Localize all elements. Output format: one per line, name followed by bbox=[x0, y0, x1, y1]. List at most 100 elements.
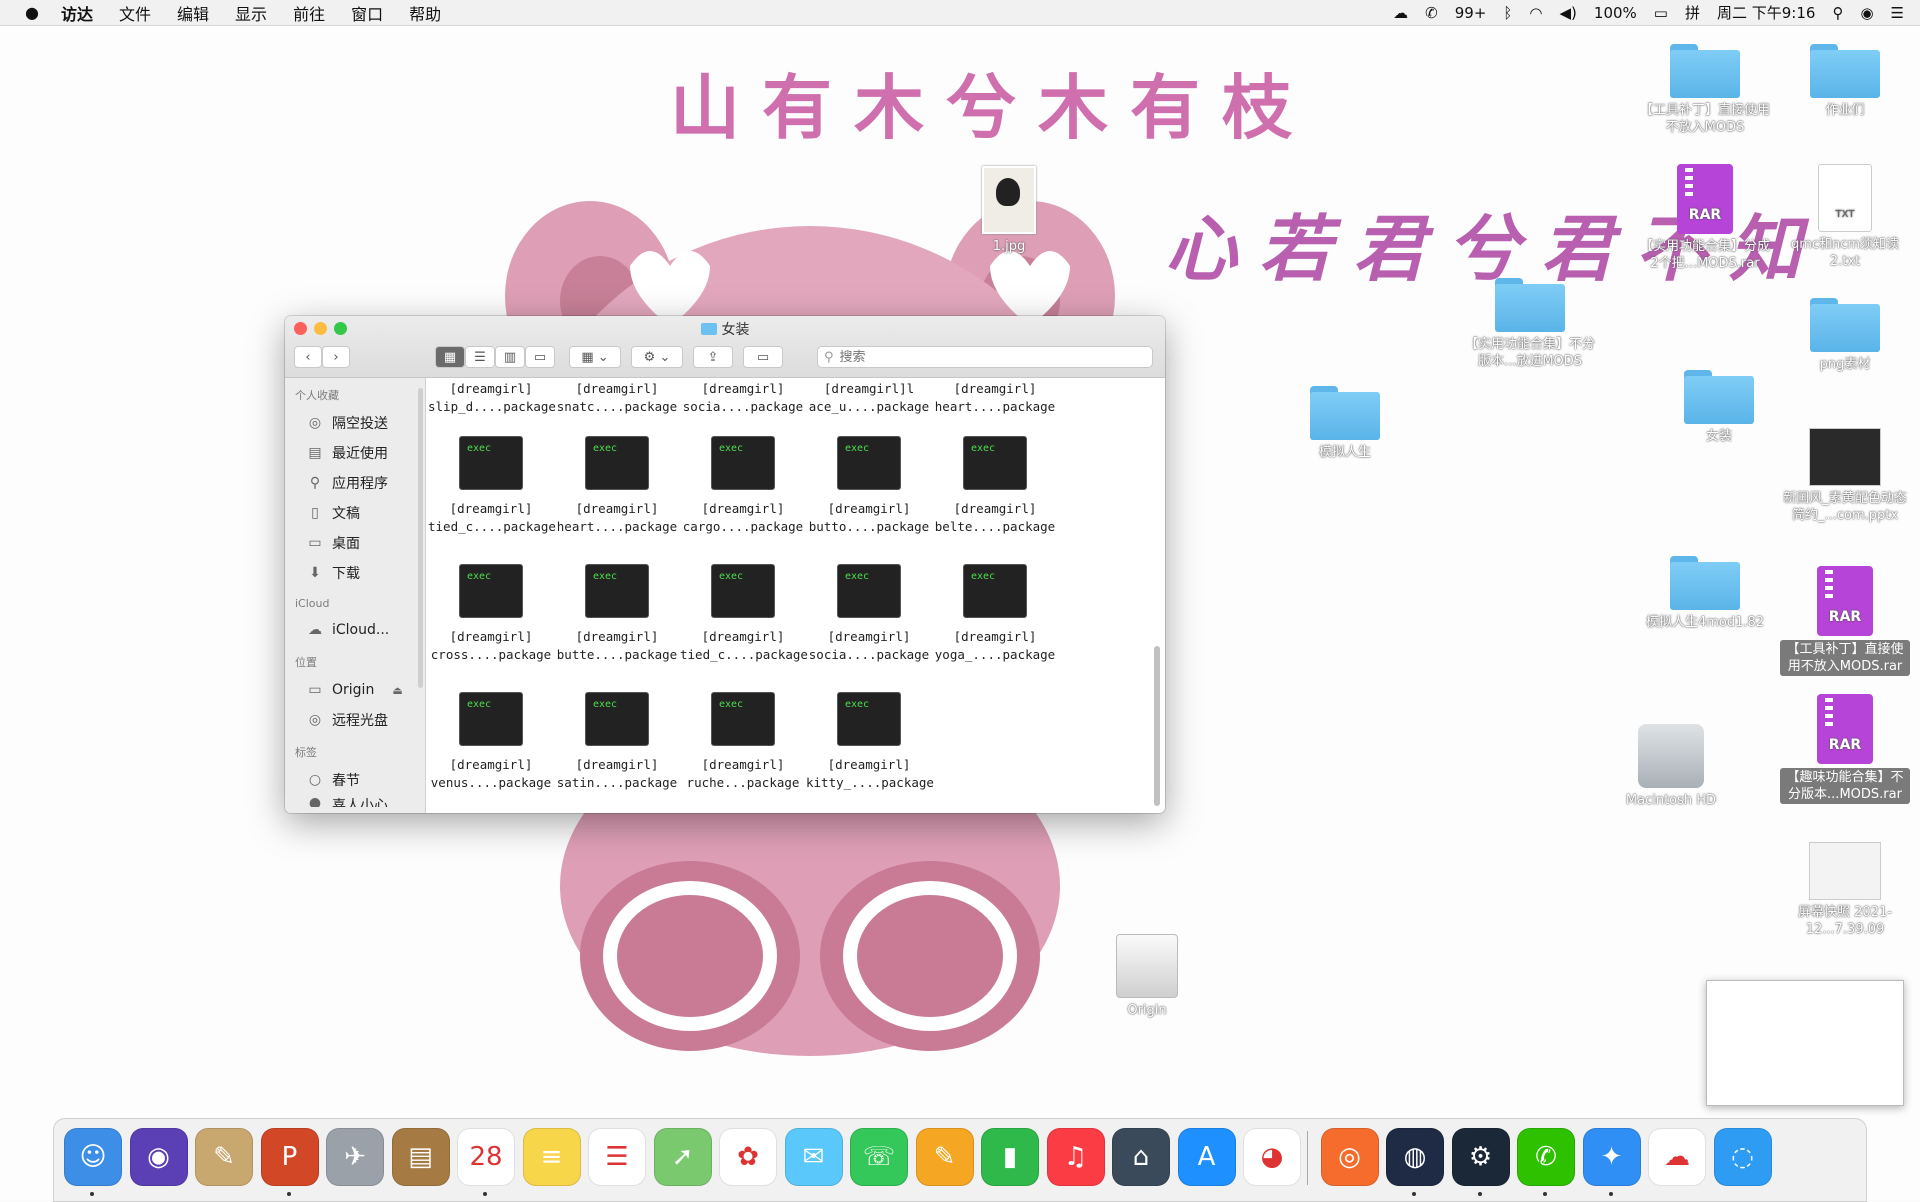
list-view-button[interactable]: ☰ bbox=[465, 346, 495, 368]
calendar-app-icon[interactable]: 28 bbox=[457, 1128, 515, 1186]
sidebar-item-downloads[interactable]: ⬇ 下载 bbox=[285, 558, 425, 588]
preview-app-icon[interactable]: ✎ bbox=[195, 1128, 253, 1186]
screenshot-preview-thumbnail[interactable] bbox=[1706, 980, 1904, 1106]
desktop-icon-folder[interactable]: 模拟人生 bbox=[1280, 386, 1410, 461]
sidebar-item-applications[interactable]: ⚲ 应用程序 bbox=[285, 468, 425, 498]
group-button[interactable]: ▦ ⌄ bbox=[569, 346, 621, 368]
wechat-status-icon[interactable]: ✆ bbox=[1425, 4, 1438, 22]
sidebar-item-remote-disc[interactable]: ◎ 远程光盘 bbox=[285, 705, 425, 735]
sidebar-scrollbar[interactable] bbox=[418, 388, 423, 688]
file-item[interactable]: [dreamgirl] socia....package bbox=[680, 380, 806, 416]
menu-finder[interactable]: 访达 bbox=[61, 1, 93, 25]
music-app-icon[interactable]: ♫ bbox=[1046, 1128, 1105, 1186]
menu-help[interactable]: 帮助 bbox=[409, 1, 441, 25]
desktop-icon-rar[interactable]: RAR 【趣味功能合集】不分版本...MODS.rar bbox=[1780, 694, 1910, 804]
cloud-app-icon[interactable]: ◍ bbox=[1386, 1128, 1444, 1186]
file-item[interactable]: exec [dreamgirl] kitty_....package bbox=[806, 692, 934, 792]
sidebar-item-recents[interactable]: ▤ 最近使用 bbox=[285, 438, 425, 468]
file-item[interactable]: exec [dreamgirl] tied_c....package bbox=[428, 436, 556, 536]
sidebar-item-airdrop[interactable]: ◎ 隔空投送 bbox=[285, 408, 425, 438]
photos-app-icon[interactable]: ✿ bbox=[719, 1128, 777, 1186]
sidebar-item-documents[interactable]: ▯ 文稿 bbox=[285, 498, 425, 528]
battery-icon[interactable]: ▭ bbox=[1654, 4, 1668, 22]
content-scrollbar[interactable] bbox=[1154, 646, 1160, 806]
facetime-app-icon[interactable]: ☏ bbox=[850, 1128, 908, 1186]
desktop-icon-folder[interactable]: 作业们 bbox=[1780, 44, 1910, 119]
qq-app-icon[interactable]: ◕ bbox=[1243, 1128, 1301, 1186]
file-item[interactable]: exec [dreamgirl] butto....package bbox=[806, 436, 932, 536]
search-input[interactable] bbox=[837, 348, 1122, 366]
back-button[interactable]: ‹ bbox=[294, 346, 322, 368]
siri-status-icon[interactable]: ◉ bbox=[1860, 4, 1873, 22]
siri-app-icon[interactable]: ◉ bbox=[129, 1128, 188, 1186]
baidu-netdisk-status-icon[interactable]: ☁ bbox=[1393, 4, 1408, 22]
desktop-icon-folder[interactable]: 女装 bbox=[1654, 370, 1784, 445]
tag-button[interactable]: ▭ bbox=[743, 346, 783, 368]
house-flipper-app-icon[interactable]: ⌂ bbox=[1112, 1128, 1170, 1186]
bluetooth-icon[interactable]: ᛒ bbox=[1503, 4, 1512, 22]
maps-app-icon[interactable]: ➚ bbox=[653, 1128, 712, 1186]
input-method-icon[interactable]: 拼 bbox=[1685, 2, 1700, 23]
wechat-app-icon[interactable]: ✆ bbox=[1517, 1128, 1575, 1186]
column-view-button[interactable]: ▥ bbox=[495, 346, 525, 368]
menu-file[interactable]: 文件 bbox=[119, 1, 151, 25]
desktop-icon-disk[interactable]: Origin bbox=[1082, 934, 1212, 1019]
sidebar-item-tag[interactable]: ○ 春节 bbox=[285, 765, 425, 795]
file-item[interactable]: exec [dreamgirl] belte....package bbox=[932, 436, 1058, 536]
desktop-icon-folder[interactable]: 模拟人生4mod1.82 bbox=[1640, 556, 1770, 631]
file-item[interactable]: exec [dreamgirl] heart....package bbox=[554, 436, 680, 536]
menu-view[interactable]: 显示 bbox=[235, 1, 267, 25]
desktop-icon-rar[interactable]: RAR 【工具补丁】直接使用不放入MODS.rar bbox=[1780, 566, 1910, 676]
desktop-icon-folder[interactable]: png素材 bbox=[1780, 298, 1910, 373]
file-item[interactable]: exec [dreamgirl] cross....package bbox=[428, 564, 554, 664]
icon-view-button[interactable]: ▦ bbox=[435, 346, 465, 368]
sidebar-item-desktop[interactable]: ▭ 桌面 bbox=[285, 528, 425, 558]
desktop-icon-folder[interactable]: 【工具补丁】直接使用不放入MODS bbox=[1640, 44, 1770, 136]
spotlight-icon[interactable]: ⚲ bbox=[1832, 4, 1843, 22]
file-item[interactable]: exec [dreamgirl] tied_c....package bbox=[680, 564, 808, 664]
desktop-icon-screenshot[interactable]: 屏幕快照 2021-12...7.39.09 bbox=[1780, 842, 1910, 938]
desktop-icon-hdd[interactable]: Macintosh HD bbox=[1606, 724, 1736, 809]
sidebar-item-tag-partial[interactable]: ● 喜人小心 bbox=[285, 795, 425, 807]
messages-app-icon[interactable]: ✉ bbox=[784, 1128, 843, 1186]
desktop-icon-txt[interactable]: TXT qmc和ncm须知读2.txt bbox=[1780, 164, 1910, 270]
quick-look-app-icon[interactable]: ◌ bbox=[1713, 1128, 1772, 1186]
desktop-icon-folder[interactable]: 【实用功能合集】不分版本...放进MODS bbox=[1460, 278, 1600, 370]
file-item[interactable]: [dreamgirl] snatc....package bbox=[554, 380, 680, 416]
eject-icon[interactable]: ⏏ bbox=[392, 684, 402, 697]
powerpoint-app-icon[interactable]: P bbox=[260, 1128, 319, 1186]
file-item[interactable]: [dreamgirl] heart....package bbox=[932, 380, 1058, 416]
file-item[interactable]: [dreamgirl]l ace_u....package bbox=[806, 380, 932, 416]
file-item[interactable]: exec [dreamgirl] yoga_....package bbox=[932, 564, 1058, 664]
file-item[interactable]: [dreamgirl] slip_d....package bbox=[428, 380, 556, 416]
menu-go[interactable]: 前往 bbox=[293, 1, 325, 25]
share-button[interactable]: ⇪ bbox=[693, 346, 733, 368]
forward-button[interactable]: › bbox=[322, 346, 350, 368]
menu-window[interactable]: 窗口 bbox=[351, 1, 383, 25]
gallery-view-button[interactable]: ▭ bbox=[525, 346, 555, 368]
desktop-icon-rar[interactable]: RAR 【实用功能合集】分成2个把...MODS.rar bbox=[1640, 164, 1770, 272]
file-item[interactable]: exec [dreamgirl] socia....package bbox=[806, 564, 932, 664]
file-item[interactable]: exec [dreamgirl] satin....package bbox=[554, 692, 680, 792]
file-item[interactable]: exec [dreamgirl] cargo....package bbox=[680, 436, 806, 536]
safari-app-icon[interactable]: ✦ bbox=[1582, 1128, 1641, 1186]
steam-app-icon[interactable]: ⚙ bbox=[1451, 1128, 1510, 1186]
reminders-app-icon[interactable]: ☰ bbox=[588, 1128, 646, 1186]
menu-edit[interactable]: 编辑 bbox=[177, 1, 209, 25]
origin-app-icon[interactable]: ◎ bbox=[1320, 1128, 1379, 1186]
notebook-app-icon[interactable]: ▤ bbox=[391, 1128, 450, 1186]
file-item[interactable]: exec [dreamgirl] ruche...package bbox=[680, 692, 806, 792]
apple-icon[interactable]: ● bbox=[16, 3, 48, 22]
file-item[interactable]: exec [dreamgirl] venus....package bbox=[428, 692, 554, 792]
action-gear-button[interactable]: ⚙ ⌄ bbox=[631, 346, 683, 368]
notification-center-icon[interactable]: ☰ bbox=[1891, 4, 1904, 22]
finder-app-icon[interactable]: ☺ bbox=[64, 1128, 122, 1186]
search-field[interactable]: ⚲ bbox=[817, 346, 1153, 368]
clock[interactable]: 周二 下午9:16 bbox=[1717, 2, 1815, 23]
desktop-icon-pptx[interactable]: 新国风_素黄配色动态简约_...com.pptx bbox=[1780, 428, 1910, 524]
sidebar-item-icloud[interactable]: ☁ iCloud... bbox=[285, 615, 425, 645]
launchpad-app-icon[interactable]: ✈ bbox=[326, 1128, 384, 1186]
battery-percent[interactable]: 100% bbox=[1594, 4, 1637, 22]
wifi-icon[interactable]: ◠ bbox=[1529, 4, 1542, 22]
baidu-netdisk-app-icon[interactable]: ☁ bbox=[1648, 1128, 1706, 1186]
